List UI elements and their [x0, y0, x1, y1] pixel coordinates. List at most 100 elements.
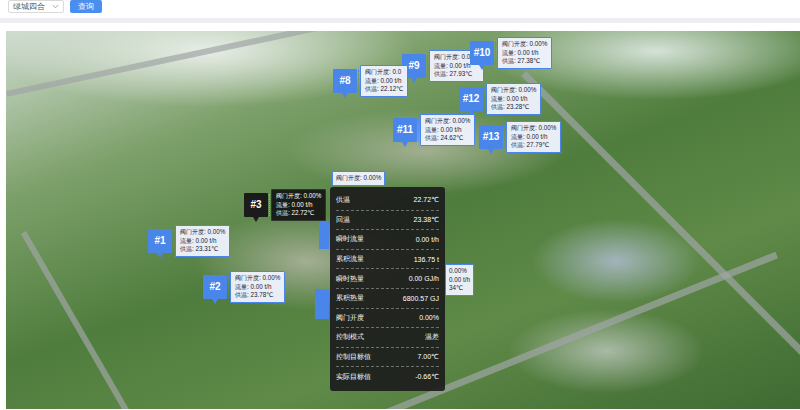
toolbar: 绿城四合 查询: [0, 0, 800, 14]
tooltip-value: 0.00%: [419, 314, 439, 321]
tooltip-label: 实际目标值: [336, 372, 371, 382]
info-line: 阀门开度: 0.00%: [336, 174, 381, 183]
chevron-down-icon: [52, 3, 59, 10]
dotted-separator: [504, 126, 505, 148]
station-badge[interactable]: #11: [393, 118, 417, 142]
station-marker[interactable]: #12阀门开度: 0.00%流量: 0.00 t/h供温: 23.28℃: [459, 83, 541, 115]
station-marker[interactable]: #13 阀门开度: 0.00%流量: 0.00 t/h供温: 27.79℃: [479, 121, 561, 153]
community-select[interactable]: 绿城四合: [8, 0, 64, 13]
info-line: 阀门开度: 0.00%: [511, 124, 556, 133]
tooltip-value: 0.00 GJ/h: [409, 275, 439, 282]
tooltip-row: 瞬时热量 0.00 GJ/h: [336, 269, 439, 289]
tooltip-value: 22.72℃: [414, 196, 439, 204]
info-line: 流量: 0.00 t/h: [180, 237, 225, 246]
tooltip-label: 供温: [336, 195, 350, 205]
tooltip-value: 0.00 t/h: [416, 236, 439, 243]
info-line: 供温: 23.31℃: [180, 245, 225, 254]
station-badge[interactable]: #10: [470, 41, 494, 65]
station-info-partial: 0.00%0.00 t/h34℃: [445, 264, 474, 296]
info-line: 阀门开度: 0.00%: [425, 117, 470, 126]
dotted-separator: [418, 119, 419, 141]
tooltip-value: -0.66℃: [415, 373, 439, 381]
info-line: 流量: 0.00 t/h: [425, 126, 470, 135]
tooltip-row: 控制模式 温差: [336, 328, 439, 348]
query-button[interactable]: 查询: [70, 0, 102, 13]
tooltip-label: 阀门开度: [336, 313, 364, 323]
info-line: 流量: 0.00 t/h: [511, 133, 556, 142]
info-line: 供温: 24.62℃: [425, 134, 470, 143]
tooltip-label: 瞬时热量: [336, 274, 364, 284]
tooltip-row: 瞬时流量 0.00 t/h: [336, 230, 439, 250]
dotted-separator: [228, 276, 229, 298]
road: [21, 231, 156, 409]
tooltip-label: 瞬时流量: [336, 234, 364, 244]
info-line: 流量: 0.00 t/h: [502, 49, 547, 58]
info-line: 0.00%: [449, 267, 470, 276]
station-marker[interactable]: #10阀门开度: 0.00%流量: 0.00 t/h供温: 27.38℃: [470, 37, 552, 69]
station-marker[interactable]: #1 阀门开度: 0.00%流量: 0.00 t/h供温: 23.31℃: [148, 225, 230, 257]
station-info: 阀门开度: 0.00%流量: 0.00 t/h供温: 27.38℃: [497, 37, 552, 69]
info-line: 34℃: [449, 284, 470, 293]
tooltip-row: 实际目标值 -0.66℃: [336, 367, 439, 387]
station-badge[interactable]: #1: [148, 229, 172, 253]
station-badge[interactable]: #2: [203, 275, 227, 299]
dotted-separator: [269, 194, 270, 216]
station-info: 阀门开度: 0.00%流量: 0.00 t/h供温: 22.72℃: [271, 189, 326, 221]
tooltip-label: 回温: [336, 215, 350, 225]
info-line: 供温: 27.79℃: [511, 141, 556, 150]
station-info: 阀门开度: 0.00%流量: 0.00 t/h供温: 23.28℃: [486, 83, 541, 115]
station-marker[interactable]: #11阀门开度: 0.00%流量: 0.00 t/h供温: 24.62℃: [393, 114, 475, 146]
tooltip-label: 累积热量: [336, 293, 364, 303]
road: [521, 71, 800, 373]
tooltip-row: 回温 23.38℃: [336, 211, 439, 231]
station-badge-partial[interactable]: [319, 221, 329, 249]
info-line: 流量: 0.00 t/h: [235, 283, 280, 292]
community-value: 绿城四合: [13, 1, 45, 12]
info-line: 供温: 27.93℃: [434, 70, 479, 79]
info-line: 供温: 27.38℃: [502, 57, 547, 66]
info-line: 流量: 0.00 t/h: [276, 201, 321, 210]
info-line: 供温: 22.12℃: [365, 85, 403, 94]
tooltip-label: 控制模式: [336, 332, 364, 342]
tooltip-row: 供温 22.72℃: [336, 191, 439, 211]
tooltip-row: 累积流量 136.75 t: [336, 250, 439, 270]
info-line: 阀门开度: 0.00%: [502, 40, 547, 49]
info-line: 0.00 t/h: [449, 276, 470, 285]
station-badge[interactable]: #3: [244, 193, 268, 217]
divider: [0, 18, 800, 23]
dotted-separator: [173, 230, 174, 252]
station-info: 阀门开度: 0.00%流量: 0.00 t/h供温: 23.78℃: [230, 271, 285, 303]
tooltip-row: 阀门开度 0.00%: [336, 309, 439, 329]
info-line: 阀门开度: 0.00%: [235, 274, 280, 283]
dotted-separator: [427, 55, 428, 77]
station-badge[interactable]: #8: [333, 69, 357, 93]
info-line: 阀门开度: 0.00%: [491, 86, 536, 95]
tooltip-value: 23.38℃: [414, 216, 439, 224]
dotted-separator: [358, 70, 359, 92]
station-tooltip: 供温 22.72℃ 回温 23.38℃ 瞬时流量 0.00 t/h 累积流量 136.75 t…: [330, 187, 445, 391]
station-badge-partial[interactable]: [315, 289, 329, 319]
info-line: 阀门开度: 0.00%: [180, 228, 225, 237]
station-info-partial: 阀门开度: 0.00%: [332, 171, 385, 186]
tooltip-label: 控制目标值: [336, 352, 371, 362]
info-line: 供温: 22.72℃: [276, 209, 321, 218]
station-badge[interactable]: #12: [459, 87, 483, 111]
station-marker[interactable]: #2阀门开度: 0.00%流量: 0.00 t/h供温: 23.78℃: [203, 271, 285, 303]
info-line: 供温: 23.28℃: [491, 103, 536, 112]
station-info: 阀门开度: 0.00%流量: 0.00 t/h供温: 24.62℃: [420, 114, 475, 146]
tooltip-value: 7.00℃: [418, 353, 440, 361]
dotted-separator: [495, 42, 496, 64]
station-info: 阀门开度: 0.0流量: 0.00 t/h供温: 22.12℃: [360, 65, 408, 97]
station-badge[interactable]: #13: [479, 125, 503, 149]
aerial-map: #1阀门开度: 0.00%流量: 0.00 t/h供温: 23.31℃#2阀门开…: [6, 31, 800, 409]
station-marker[interactable]: #3阀门开度: 0.00%流量: 0.00 t/h供温: 22.72℃: [244, 189, 326, 221]
info-line: 阀门开度: 0.00%: [276, 192, 321, 201]
info-line: 阀门开度: 0.0: [365, 68, 403, 77]
tooltip-value: 温差: [425, 332, 439, 342]
tooltip-row: 累积热量 6800.57 GJ: [336, 289, 439, 309]
station-marker[interactable]: #8阀门开度: 0.0流量: 0.00 t/h供温: 22.12℃: [333, 65, 408, 97]
tooltip-value: 6800.57 GJ: [403, 295, 439, 302]
tooltip-label: 累积流量: [336, 254, 364, 264]
tooltip-value: 136.75 t: [414, 256, 439, 263]
info-line: 流量: 0.00 t/h: [491, 95, 536, 104]
